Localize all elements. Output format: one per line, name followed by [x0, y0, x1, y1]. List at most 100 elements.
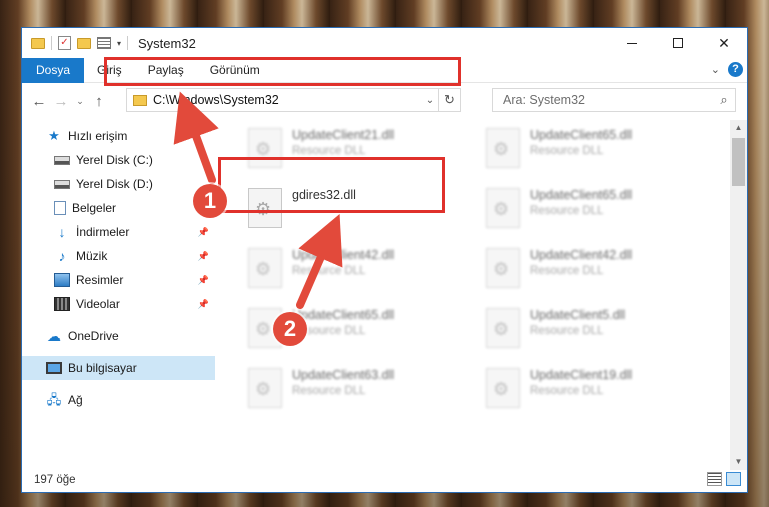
- sidebar-item-label: Müzik: [76, 249, 108, 263]
- minimize-icon: [627, 42, 637, 44]
- file-item[interactable]: UpdateClient42.dll Resource DLL: [240, 242, 470, 290]
- sidebar-item-music[interactable]: ♪ Müzik 📌: [22, 244, 215, 268]
- sidebar-item-local-disk-c[interactable]: Yerel Disk (C:): [22, 148, 215, 172]
- file-item[interactable]: UpdateClient63.dll Resource DLL: [240, 362, 470, 410]
- properties-check-icon[interactable]: ✓: [58, 36, 71, 50]
- file-type: Resource DLL: [530, 325, 604, 337]
- up-button[interactable]: ↑: [88, 93, 110, 110]
- close-button[interactable]: ✕: [701, 28, 747, 58]
- documents-icon: [54, 201, 66, 215]
- customize-dropdown-icon[interactable]: ▾: [117, 39, 121, 48]
- sidebar-item-label: Yerel Disk (D:): [76, 177, 153, 191]
- file-explorer-window: ✓ ▾ System32 ✕ Dosya Giriş Paylaş Görünü…: [21, 27, 748, 493]
- title-bar: ✓ ▾ System32 ✕: [22, 28, 747, 58]
- search-box[interactable]: Ara: System32 ⌕: [492, 88, 736, 112]
- pin-icon[interactable]: 📌: [198, 299, 209, 310]
- view-switcher: [707, 472, 741, 486]
- sidebar-item-label: Resimler: [76, 273, 124, 287]
- sidebar-item-videos[interactable]: Videolar 📌: [22, 292, 215, 316]
- sidebar-item-quick-access[interactable]: ★ Hızlı erişim: [22, 124, 215, 148]
- sidebar-item-label: Yerel Disk (C:): [76, 153, 153, 167]
- file-item[interactable]: UpdateClient42.dll Resource DLL: [478, 242, 708, 290]
- file-item[interactable]: UpdateClient19.dll Resource DLL: [478, 362, 708, 410]
- file-name: UpdateClient65.dll: [530, 188, 633, 202]
- sidebar-item-this-pc[interactable]: Bu bilgisayar: [22, 356, 215, 380]
- navigation-pane: ★ Hızlı erişim Yerel Disk (C:) Yerel Dis…: [22, 120, 215, 470]
- sidebar-item-pictures[interactable]: Resimler 📌: [22, 268, 215, 292]
- file-type: Resource DLL: [292, 385, 366, 397]
- file-item[interactable]: UpdateClient65.dll Resource DLL: [478, 122, 708, 170]
- details-view-icon[interactable]: [707, 472, 722, 486]
- address-bar[interactable]: C:\Windows\System32 ⌄ ↻: [126, 88, 461, 112]
- status-bar: 197 öğe: [22, 468, 747, 492]
- network-icon: 🖧: [46, 392, 62, 407]
- videos-icon: [54, 297, 70, 311]
- chevron-down-icon[interactable]: ⌄: [422, 95, 438, 106]
- file-name: UpdateClient42.dll: [292, 248, 395, 262]
- address-bar-highlight: [104, 57, 461, 86]
- file-type: Resource DLL: [292, 265, 366, 277]
- folder-icon: [31, 37, 45, 49]
- file-name: UpdateClient21.dll: [292, 128, 395, 142]
- file-item[interactable]: UpdateClient5.dll Resource DLL: [478, 302, 708, 350]
- computer-icon: [46, 362, 62, 374]
- sidebar-item-label: Videolar: [76, 297, 120, 311]
- file-name: UpdateClient19.dll: [530, 368, 633, 382]
- expand-ribbon-icon[interactable]: ⌄: [711, 63, 720, 76]
- file-name: UpdateClient42.dll: [530, 248, 633, 262]
- ribbon-right: ⌄ ?: [711, 62, 743, 77]
- search-icon[interactable]: ⌕: [713, 92, 735, 108]
- address-path[interactable]: C:\Windows\System32: [153, 93, 422, 107]
- new-folder-icon[interactable]: [77, 37, 91, 49]
- search-input[interactable]: Ara: System32: [503, 93, 713, 107]
- sidebar-item-label: Ağ: [68, 393, 83, 407]
- sidebar-item-label: OneDrive: [68, 329, 119, 343]
- sidebar-item-documents[interactable]: Belgeler: [22, 196, 215, 220]
- file-name: UpdateClient65.dll: [530, 128, 633, 142]
- scrollbar-thumb[interactable]: [732, 138, 745, 186]
- download-icon: ↓: [58, 224, 66, 240]
- file-item[interactable]: UpdateClient65.dll Resource DLL: [478, 182, 708, 230]
- file-name: UpdateClient63.dll: [292, 368, 395, 382]
- pin-icon[interactable]: 📌: [198, 251, 209, 262]
- maximize-button[interactable]: [655, 28, 701, 58]
- dll-file-icon: [486, 188, 520, 228]
- vertical-scrollbar[interactable]: ▲ ▼: [730, 120, 747, 470]
- tab-file[interactable]: Dosya: [22, 57, 85, 83]
- properties-icon[interactable]: [97, 37, 111, 49]
- sidebar-item-onedrive[interactable]: ☁ OneDrive: [22, 324, 215, 348]
- window-controls: ✕: [609, 28, 747, 58]
- file-highlight: [218, 157, 445, 213]
- sidebar-item-downloads[interactable]: ↓ İndirmeler 📌: [22, 220, 215, 244]
- file-type: Resource DLL: [292, 325, 366, 337]
- star-icon: ★: [48, 128, 60, 143]
- step-one-badge: 1: [193, 184, 227, 218]
- dll-file-icon: [248, 368, 282, 408]
- help-icon[interactable]: ?: [728, 62, 743, 77]
- sidebar-item-local-disk-d[interactable]: Yerel Disk (D:): [22, 172, 215, 196]
- pictures-icon: [54, 273, 70, 287]
- scroll-up-icon[interactable]: ▲: [730, 120, 747, 136]
- window-title: System32: [138, 35, 196, 51]
- file-type: Resource DLL: [530, 265, 604, 277]
- large-icons-view-icon[interactable]: [726, 472, 741, 486]
- item-count: 197 öğe: [34, 474, 76, 486]
- recent-locations-button[interactable]: ⌄: [72, 96, 88, 107]
- forward-button[interactable]: →: [50, 93, 72, 110]
- sidebar-item-network[interactable]: 🖧 Ağ: [22, 388, 215, 412]
- pin-icon[interactable]: 📌: [198, 227, 209, 238]
- refresh-button[interactable]: ↻: [438, 89, 460, 111]
- file-type: Resource DLL: [530, 205, 604, 217]
- navigation-bar: ← → ⌄ ↑ C:\Windows\System32 ⌄ ↻ Ara: Sys…: [22, 84, 747, 118]
- back-button[interactable]: ←: [28, 93, 50, 110]
- sidebar-item-label: İndirmeler: [76, 225, 130, 239]
- dll-file-icon: [248, 248, 282, 288]
- sidebar-item-label: Bu bilgisayar: [68, 361, 137, 375]
- close-icon: ✕: [718, 34, 730, 51]
- dll-file-icon: [486, 368, 520, 408]
- minimize-button[interactable]: [609, 28, 655, 58]
- pin-icon[interactable]: 📌: [198, 275, 209, 286]
- file-type: Resource DLL: [530, 145, 604, 157]
- sidebar-item-label: Hızlı erişim: [68, 129, 128, 143]
- dll-file-icon: [486, 128, 520, 168]
